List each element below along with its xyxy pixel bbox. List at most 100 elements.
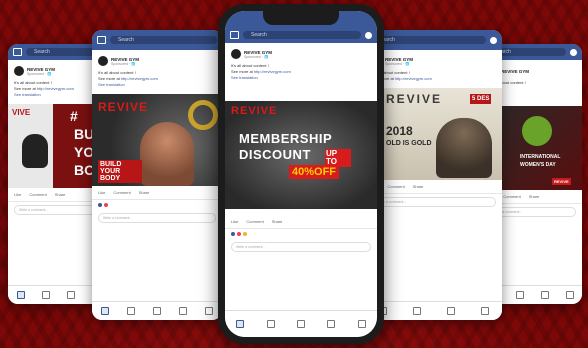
ad-year: 2018 [386,124,413,138]
ad-badge: REVIVE [552,178,571,185]
phone-screen: Search REVIVE GYM Sponsored · 🌐 It's all… [225,11,377,337]
post-link[interactable]: http://revivegym.com [254,69,291,74]
ad-hashtag: # [70,108,78,124]
barbell-plate [188,100,218,130]
globe-shape [522,116,552,146]
home-tab-icon[interactable] [16,291,25,299]
reactions-row[interactable] [92,200,222,210]
post-link[interactable]: http://revivegym.com [395,76,432,81]
ad-brand: VIVE [12,108,31,117]
menu-tab-icon[interactable] [357,320,366,328]
share-button[interactable]: Share [139,190,150,195]
ad-line-2: DISCOUNT [239,147,311,162]
ad-image-left[interactable]: REVIVE BUILD YOUR BODY [92,94,222,186]
ad-brand: REVIVE [231,105,278,117]
marketplace-tab-icon[interactable] [515,291,524,299]
ad-caption: BUILD YOUR BODY [98,160,142,183]
friends-tab-icon[interactable] [266,320,275,328]
love-reaction-icon [104,203,108,207]
comment-button[interactable]: Comment [246,219,263,224]
comment-button[interactable]: Comment [387,184,404,189]
post-text: It's all about content ! See more at htt… [225,61,377,81]
page-name[interactable]: REVIVE GYM [244,50,272,55]
comment-button[interactable]: Comment [113,190,130,195]
comment-input[interactable]: Write a comment... [372,197,496,207]
camera-icon[interactable] [13,48,22,56]
menu-tab-icon[interactable] [565,291,574,299]
notifications-tab-icon[interactable] [447,307,455,315]
share-button[interactable]: Share [272,219,283,224]
home-tab-icon[interactable] [236,320,245,328]
friends-tab-icon[interactable] [41,291,50,299]
camera-icon[interactable] [230,31,239,39]
page-avatar[interactable] [231,49,241,59]
page-name[interactable]: REVIVE GYM [27,67,55,72]
post-meta: Sponsored · 🌐 [111,61,136,66]
reactions-row[interactable] [225,229,377,239]
phone-notch [263,11,339,25]
menu-tab-icon[interactable] [481,307,489,315]
notifications-tab-icon[interactable] [179,307,187,315]
post-meta: Sponsored · 🌐 [244,54,269,59]
page-avatar[interactable] [98,56,108,66]
marketplace-tab-icon[interactable] [66,291,75,299]
ad-badge: 5 DES [470,94,492,104]
kettlebell-shape [22,134,48,168]
share-button[interactable]: Share [55,192,66,197]
post-meta: Sponsored · 🌐 [27,71,52,76]
comment-button[interactable]: Comment [29,192,46,197]
post-header: REVIVE GYM Sponsored · 🌐 [92,50,222,68]
ad-brand: REVIVE [98,100,149,114]
post-text: It's all about content ! See more at htt… [92,68,222,88]
page-avatar[interactable] [14,66,24,76]
see-translation-link[interactable]: See translation [14,92,102,98]
post-text: It's all about content ! See more at htt… [366,68,502,82]
ad-image-center[interactable]: REVIVE MEMBERSHIP DISCOUNT UP TO 40%OFF [225,101,377,209]
post-link[interactable]: http://revivegym.com [37,86,74,91]
search-bar[interactable]: Search [371,36,486,44]
love-reaction-icon [237,232,241,236]
friends-tab-icon[interactable] [127,307,135,315]
post-actions: Like Comment Share [92,186,222,200]
page-name[interactable]: REVIVE GYM [385,57,413,62]
like-button[interactable]: Like [231,219,238,224]
see-translation-link[interactable]: See translation [231,75,371,81]
menu-tab-icon[interactable] [205,307,213,315]
post-header: REVIVE GYM Sponsored · 🌐 [225,43,377,61]
search-bar[interactable]: Search [110,36,217,44]
ad-brand: REVIVE [386,92,443,106]
post-line-2: See more at http://revivegym.com [372,76,432,81]
comment-button[interactable]: Comment [503,194,520,199]
marketplace-tab-icon[interactable] [413,307,421,315]
notifications-tab-icon[interactable] [540,291,549,299]
post-meta: Sponsored · 🌐 [385,61,410,66]
messenger-icon[interactable] [570,48,577,56]
ad-line-1: INTERNATIONAL [520,154,561,160]
see-translation-link[interactable]: See translation [98,82,216,88]
ad-image-right[interactable]: REVIVE 5 DES 2018 OLD IS GOLD [366,88,502,180]
marketplace-tab-icon[interactable] [296,320,305,328]
ad-line-1: MEMBERSHIP [239,131,333,146]
search-bar[interactable]: Search [243,31,361,39]
camera-icon[interactable] [97,36,106,44]
messenger-icon[interactable] [490,36,497,44]
home-tab-icon[interactable] [101,307,109,315]
marketplace-tab-icon[interactable] [153,307,161,315]
facebook-header: Search [366,30,502,50]
messenger-icon[interactable] [365,32,372,39]
comment-input[interactable]: Write a comment... [14,205,102,215]
page-name[interactable]: REVIVE GYM [111,57,139,62]
ad-line-2: WOMEN'S DAY [520,162,556,168]
comment-input[interactable]: Write a comment... [98,213,216,223]
post-link[interactable]: http://revivegym.com [121,76,158,81]
like-button[interactable]: Like [98,190,105,195]
like-button[interactable]: Like [14,192,21,197]
page-name[interactable]: REVIVE GYM [501,69,529,74]
like-reaction-icon [98,203,102,207]
share-button[interactable]: Share [529,194,540,199]
notifications-tab-icon[interactable] [327,320,336,328]
comment-input[interactable]: Write a comment... [231,242,371,252]
post-actions: Like Comment Share [366,180,502,194]
share-button[interactable]: Share [413,184,424,189]
ad-tagline: OLD IS GOLD [386,140,432,147]
